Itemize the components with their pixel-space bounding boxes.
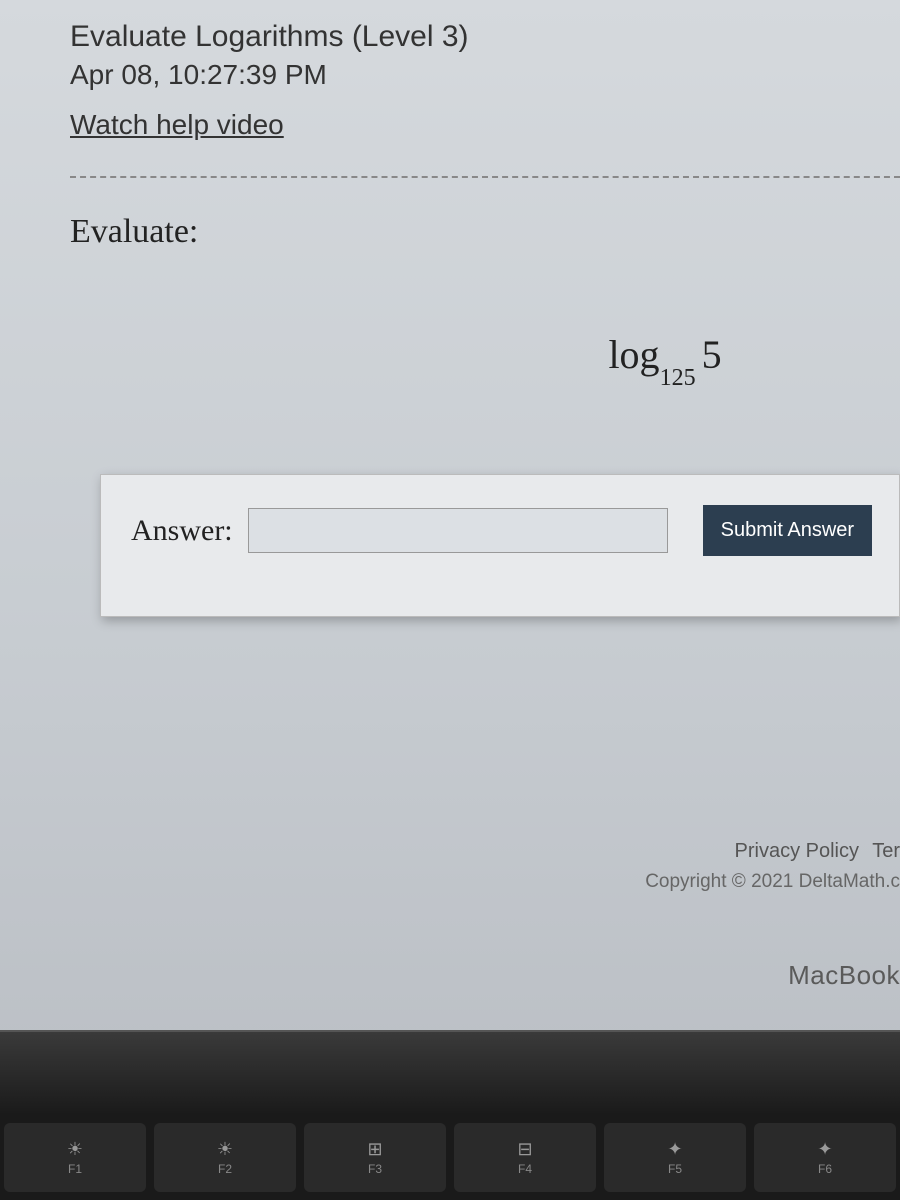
key-f2: ☀ F2 xyxy=(154,1123,296,1192)
key-label: F6 xyxy=(818,1162,832,1176)
help-video-link[interactable]: Watch help video xyxy=(70,109,284,141)
divider xyxy=(70,176,900,178)
key-f5: ✦ F5 xyxy=(604,1123,746,1192)
keyboard-brightness-up-icon: ✦ xyxy=(817,1139,832,1160)
answer-input[interactable] xyxy=(248,508,668,553)
launchpad-icon: ⊟ xyxy=(517,1139,532,1160)
submit-answer-button[interactable]: Submit Answer xyxy=(703,505,872,556)
key-f3: ⊞ F3 xyxy=(304,1123,446,1192)
key-label: F1 xyxy=(68,1162,82,1176)
timestamp: Apr 08, 10:27:39 PM xyxy=(70,59,900,91)
terms-link-partial[interactable]: Ter xyxy=(872,840,900,862)
mission-control-icon: ⊞ xyxy=(367,1139,382,1160)
laptop-bezel xyxy=(0,1030,900,1115)
key-label: F3 xyxy=(368,1162,382,1176)
brightness-down-icon: ☀ xyxy=(67,1139,83,1160)
device-label: MacBook xyxy=(788,960,900,991)
instruction-label: Evaluate: xyxy=(70,213,900,251)
key-label: F5 xyxy=(668,1162,682,1176)
brightness-up-icon: ☀ xyxy=(217,1139,233,1160)
answer-container: Answer: Submit Answer xyxy=(100,474,900,617)
problem-title: Evaluate Logarithms (Level 3) xyxy=(70,20,900,54)
answer-label: Answer: xyxy=(131,514,233,548)
math-expression: log1255 xyxy=(430,331,900,384)
privacy-policy-link[interactable]: Privacy Policy xyxy=(735,840,859,862)
footer-links: Privacy Policy Ter Copyright © 2021 Delt… xyxy=(645,840,900,893)
key-f6: ✦ F6 xyxy=(754,1123,896,1192)
copyright-text: Copyright © 2021 DeltaMath.c xyxy=(645,871,900,893)
keyboard-brightness-down-icon: ✦ xyxy=(667,1139,682,1160)
key-label: F2 xyxy=(218,1162,232,1176)
key-f4: ⊟ F4 xyxy=(454,1123,596,1192)
keyboard-row: ☀ F1 ☀ F2 ⊞ F3 ⊟ F4 ✦ F5 ✦ F6 xyxy=(0,1115,900,1200)
log-argument: 5 xyxy=(702,332,722,377)
log-base: 125 xyxy=(660,365,696,391)
key-f1: ☀ F1 xyxy=(4,1123,146,1192)
key-label: F4 xyxy=(518,1162,532,1176)
log-function: log xyxy=(608,332,659,377)
